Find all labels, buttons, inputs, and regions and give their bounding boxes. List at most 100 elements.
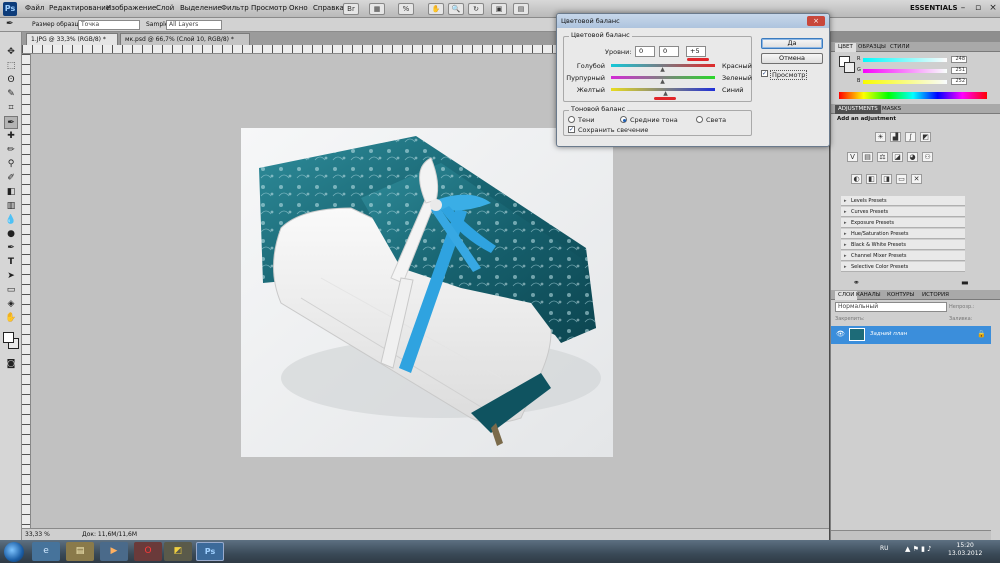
tab-styles[interactable]: СТИЛИ [887, 43, 913, 52]
document-tab-2[interactable]: мк.psd @ 66,7% (Слой 10, RGB/8) * [120, 33, 250, 45]
brightness-icon[interactable]: ☀ [875, 132, 886, 142]
channel-r-slider[interactable] [863, 58, 947, 62]
preset-selective-color[interactable]: Selective Color Presets [841, 262, 965, 272]
menu-filter[interactable]: Фильтр [221, 4, 249, 12]
eraser-tool-icon[interactable]: ◧ [4, 186, 18, 199]
tab-channels[interactable]: КАНАЛЫ [853, 291, 884, 300]
extras-icon[interactable]: ▤ [513, 3, 529, 15]
channel-mixer-icon[interactable]: ⚇ [922, 152, 933, 162]
tab-masks[interactable]: MASKS [879, 105, 904, 114]
language-indicator[interactable]: RU [880, 545, 889, 552]
eyedropper-tool-icon[interactable]: ✒ [4, 116, 18, 129]
blur-tool-icon[interactable]: 💧 [4, 214, 18, 227]
ok-button[interactable]: Да [761, 38, 823, 49]
bw-icon[interactable]: ◪ [892, 152, 903, 162]
quick-mask-icon[interactable]: ◙ [4, 358, 18, 371]
layer-row-background[interactable]: 👁 Задний план 🔒 [831, 326, 991, 344]
arrange-icon[interactable]: ▦ [369, 3, 385, 15]
sample-size-select[interactable]: Точка [78, 20, 140, 30]
visibility-eye-icon[interactable]: 👁 [836, 330, 845, 338]
minimize-icon[interactable]: – [955, 2, 971, 15]
zoom-readout[interactable]: 33,33 % [25, 531, 50, 538]
preset-curves[interactable]: Curves Presets [841, 207, 965, 217]
marquee-tool-icon[interactable]: ⬚ [4, 60, 18, 73]
sample-select[interactable]: All Layers [166, 20, 222, 30]
tab-color[interactable]: ЦВЕТ [835, 43, 856, 52]
photoshop-taskbar-icon[interactable]: Ps [196, 542, 224, 561]
path-select-tool-icon[interactable]: ➤ [4, 270, 18, 283]
tab-adjustments[interactable]: ADJUSTMENTS [835, 105, 881, 114]
menu-layer[interactable]: Слой [156, 4, 174, 12]
curves-icon[interactable]: ∫ [905, 132, 916, 142]
photo-filter-icon[interactable]: ◕ [907, 152, 918, 162]
slider-magenta-green-thumb[interactable]: ▲ [660, 79, 665, 85]
explorer-icon[interactable]: ▤ [66, 542, 94, 561]
preset-channel-mixer[interactable]: Channel Mixer Presets [841, 251, 965, 261]
brush-tool-icon[interactable]: ✏ [4, 144, 18, 157]
level-cyan-red-field[interactable]: 0 [635, 46, 655, 57]
menu-window[interactable]: Окно [289, 4, 308, 12]
start-button-icon[interactable] [4, 542, 24, 562]
menu-file[interactable]: Файл [25, 4, 44, 12]
preserve-luminosity-checkbox[interactable]: ✓ [568, 126, 575, 133]
eyedropper-tool-icon[interactable]: ✒ [6, 19, 14, 29]
rotate-view-icon[interactable]: ↻ [468, 3, 484, 15]
workspace-switcher[interactable]: ESSENTIALS [910, 4, 958, 12]
channel-r-value[interactable]: 248 [951, 56, 967, 63]
selective-color-icon[interactable]: ✕ [911, 174, 922, 184]
pen-tool-icon[interactable]: ✒ [4, 242, 18, 255]
history-brush-icon[interactable]: ✐ [4, 172, 18, 185]
preset-black-white[interactable]: Black & White Presets [841, 240, 965, 250]
preset-levels[interactable]: Levels Presets [841, 196, 965, 206]
dialog-close-icon[interactable]: × [807, 16, 825, 26]
zoom-level-icon[interactable]: % [398, 3, 414, 15]
tray-icons[interactable]: ▲ ⚑ ▮ ♪ [905, 545, 932, 553]
color-ramp[interactable] [839, 92, 987, 99]
clock[interactable]: 15:20 13.03.2012 [948, 542, 982, 558]
slider-yellow-blue-thumb[interactable]: ▲ [663, 91, 668, 97]
color-panel-background[interactable] [844, 62, 855, 73]
radio-shadows[interactable] [568, 116, 575, 123]
stamp-tool-icon[interactable]: ⚲ [4, 158, 18, 171]
lasso-tool-icon[interactable]: ʘ [4, 74, 18, 87]
ie-icon[interactable]: e [32, 542, 60, 561]
channel-b-slider[interactable] [863, 80, 947, 84]
gradient-map-icon[interactable]: ▭ [896, 174, 907, 184]
tab-swatches[interactable]: ОБРАЗЦЫ [855, 43, 889, 52]
preview-checkbox[interactable]: ✓ [761, 70, 768, 77]
document-tab-1[interactable]: 1.JPG @ 33,3% (RGB/8) * [26, 33, 118, 45]
screen-mode-icon[interactable]: ▣ [491, 3, 507, 15]
posterize-icon[interactable]: ◧ [866, 174, 877, 184]
close-icon[interactable]: × [985, 2, 1000, 15]
menu-help[interactable]: Справка [313, 4, 344, 12]
preset-exposure[interactable]: Exposure Presets [841, 218, 965, 228]
type-tool-icon[interactable]: T [4, 256, 18, 269]
menu-edit[interactable]: Редактирование [49, 4, 110, 12]
threshold-icon[interactable]: ◨ [881, 174, 892, 184]
document-image[interactable] [241, 128, 613, 457]
app-icon[interactable]: ◩ [164, 542, 192, 561]
tab-paths[interactable]: КОНТУРЫ [884, 291, 917, 300]
media-player-icon[interactable]: ▶ [100, 542, 128, 561]
maximize-icon[interactable]: ▫ [970, 2, 986, 15]
hand-tool-icon[interactable]: ✋ [4, 312, 18, 325]
dodge-tool-icon[interactable]: ● [4, 228, 18, 241]
3d-tool-icon[interactable]: ◈ [4, 298, 18, 311]
healing-tool-icon[interactable]: ✚ [4, 130, 18, 143]
opera-icon[interactable]: O [134, 542, 162, 561]
tab-history[interactable]: ИСТОРИЯ [919, 291, 952, 300]
gradient-tool-icon[interactable]: ▥ [4, 200, 18, 213]
quick-select-tool-icon[interactable]: ✎ [4, 88, 18, 101]
hand-icon[interactable]: ✋ [428, 3, 444, 15]
adjustment-clip-icon[interactable]: ⚭ [853, 278, 860, 287]
foreground-color-swatch[interactable] [3, 332, 14, 343]
exposure-icon[interactable]: ◩ [920, 132, 931, 142]
preset-hue-saturation[interactable]: Hue/Saturation Presets [841, 229, 965, 239]
channel-g-slider[interactable] [863, 69, 947, 73]
cancel-button[interactable]: Отмена [761, 53, 823, 64]
menu-select[interactable]: Выделение [180, 4, 222, 12]
move-tool-icon[interactable]: ✥ [4, 46, 18, 59]
crop-tool-icon[interactable]: ⌗ [4, 102, 18, 115]
hue-sat-icon[interactable]: ▤ [862, 152, 873, 162]
shape-tool-icon[interactable]: ▭ [4, 284, 18, 297]
